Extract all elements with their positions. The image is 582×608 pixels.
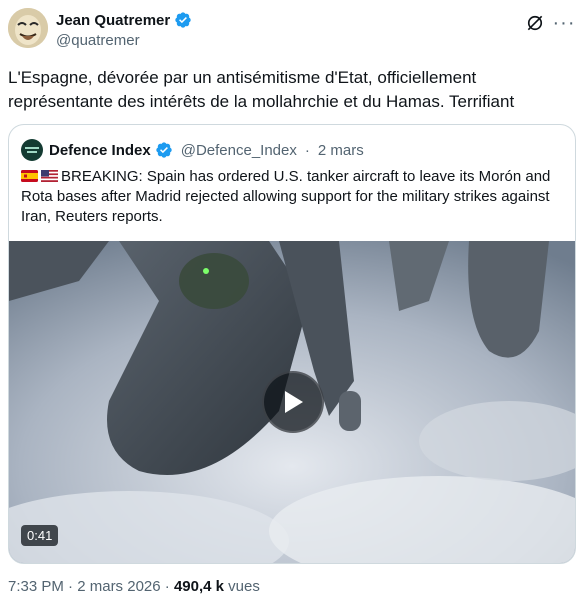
quoted-tweet-text: BREAKING: Spain has ordered U.S. tanker …: [21, 168, 551, 225]
spain-flag-icon: [21, 168, 38, 182]
author-display-name[interactable]: Jean Quatremer: [56, 12, 170, 29]
more-options-icon[interactable]: ···: [553, 13, 576, 33]
video-duration: 0:41: [21, 525, 59, 546]
tweet-text: L'Espagne, dévorée par un antisémitisme …: [8, 68, 515, 111]
us-flag-icon: [41, 168, 58, 182]
separator-dot: ·: [304, 141, 310, 159]
quoted-tweet-text-block: BREAKING: Spain has ordered U.S. tanker …: [21, 167, 566, 227]
quoted-author-handle[interactable]: @Defence_Index: [181, 142, 297, 159]
quoted-author-avatar[interactable]: [21, 139, 43, 161]
quoted-tweet-date[interactable]: 2 mars: [318, 142, 364, 159]
play-icon[interactable]: [262, 371, 324, 433]
quoted-tweet-header: Defence Index @Defence_Index · 2 mars: [21, 139, 364, 161]
quoted-tweet[interactable]: Defence Index @Defence_Index · 2 mars BR…: [8, 124, 576, 564]
separator-dot: ·: [68, 578, 74, 595]
video-player[interactable]: 0:41: [9, 241, 575, 563]
tweet-actions: ···: [527, 8, 575, 38]
author-avatar[interactable]: [8, 8, 48, 48]
verified-badge-icon: [155, 141, 173, 159]
views-label: vues: [228, 578, 260, 595]
tweet-meta: 7:33 PM · 2 mars 2026 · 490,4 k vues: [8, 578, 260, 595]
separator-dot: ·: [164, 578, 170, 595]
author-info: Jean Quatremer @quatremer: [56, 10, 192, 49]
views-count: 490,4 k: [173, 578, 224, 595]
author-handle[interactable]: @quatremer: [56, 32, 192, 49]
verified-badge-icon: [174, 11, 192, 29]
grok-icon[interactable]: [525, 13, 545, 33]
tweet-time[interactable]: 7:33 PM: [8, 578, 64, 595]
tweet-date[interactable]: 2 mars 2026: [77, 578, 160, 595]
quoted-author-display-name[interactable]: Defence Index: [49, 142, 151, 159]
